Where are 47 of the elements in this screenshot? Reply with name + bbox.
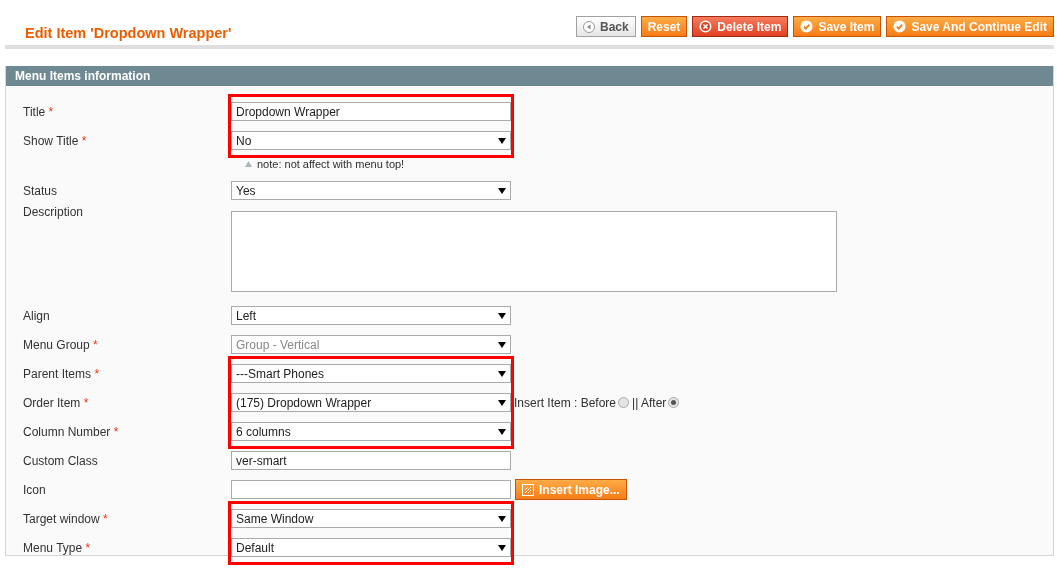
field-label: Show Title * xyxy=(23,133,87,148)
field-label: Icon xyxy=(23,482,46,497)
triangle-icon xyxy=(245,161,252,167)
dropdown[interactable]: Same Window xyxy=(231,509,511,528)
text-field[interactable]: ver-smart xyxy=(231,451,511,470)
radio-label: || After xyxy=(632,395,667,410)
field-note: note: not affect with menu top! xyxy=(257,158,405,170)
dropdown[interactable]: 6 columns xyxy=(231,422,511,441)
dropdown-arrow-icon xyxy=(498,312,506,319)
field-label: Status xyxy=(23,183,58,198)
text-field[interactable]: Dropdown Wrapper xyxy=(231,102,511,121)
check-icon xyxy=(893,20,907,33)
field-label: Title * xyxy=(23,104,54,119)
dropdown-arrow-icon xyxy=(498,137,506,144)
dropdown[interactable]: Default xyxy=(231,538,511,557)
dropdown-arrow-icon xyxy=(498,187,506,194)
dropdown-arrow-icon xyxy=(498,428,506,435)
icon-field[interactable] xyxy=(231,480,511,499)
radio-button[interactable] xyxy=(668,397,680,408)
delete-icon xyxy=(699,20,713,33)
dropdown[interactable]: (175) Dropdown Wrapper xyxy=(231,393,511,412)
field-label: Parent Items * xyxy=(23,366,100,381)
check-icon xyxy=(800,20,814,33)
dropdown[interactable]: Left xyxy=(231,306,511,325)
panel-header: Menu Items information xyxy=(6,66,1053,86)
dropdown-arrow-icon xyxy=(498,370,506,377)
field-label: Align xyxy=(23,308,50,323)
radio-label: Insert Item : Before xyxy=(514,395,617,410)
page-title: Edit Item 'Dropdown Wrapper' xyxy=(25,25,232,41)
back-button[interactable]: Back xyxy=(576,16,636,37)
dropdown-arrow-icon xyxy=(498,515,506,522)
dropdown[interactable]: ---Smart Phones xyxy=(231,364,511,383)
description-textarea[interactable] xyxy=(231,211,837,292)
dropdown[interactable]: Yes xyxy=(231,181,511,200)
dropdown[interactable]: No xyxy=(231,131,511,150)
field-label: Menu Group * xyxy=(23,337,98,352)
dropdown-arrow-icon xyxy=(498,399,506,406)
field-label: Order Item * xyxy=(23,395,89,410)
radio-button[interactable] xyxy=(618,397,630,408)
field-label: Menu Type * xyxy=(23,540,91,555)
field-label: Target window * xyxy=(23,511,108,526)
field-label: Description xyxy=(23,205,84,219)
field-label: Column Number * xyxy=(23,424,119,439)
dropdown-arrow-icon xyxy=(498,341,506,348)
field-label: Custom Class xyxy=(23,453,98,468)
image-icon xyxy=(522,483,534,496)
dropdown-arrow-icon xyxy=(498,544,506,551)
